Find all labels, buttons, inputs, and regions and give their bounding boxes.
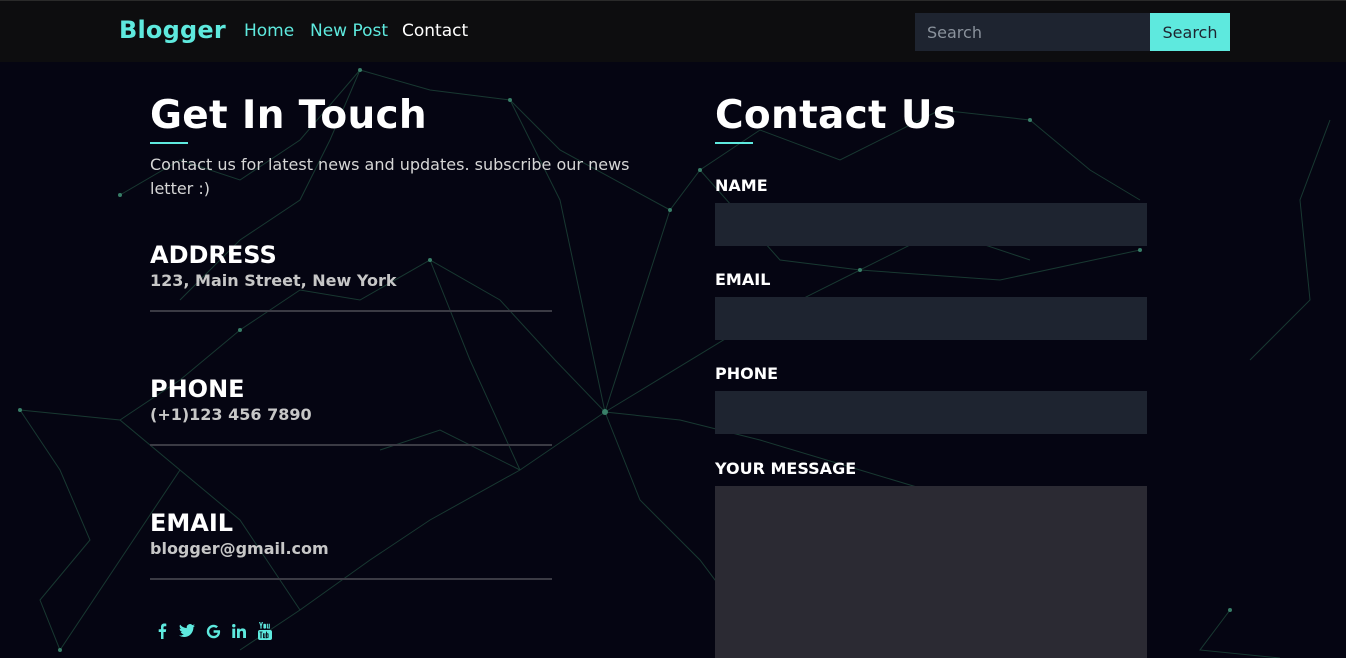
phone-title: PHONE [150, 375, 245, 403]
linkedin-icon[interactable] [229, 620, 249, 642]
contact-us-title: Contact Us [715, 93, 957, 138]
nav-link-new-post[interactable]: New Post [310, 21, 388, 41]
nav-link-home[interactable]: Home [244, 21, 294, 41]
phone-value: (+1)123 456 7890 [150, 405, 312, 424]
name-label: NAME [715, 176, 768, 195]
phone-field[interactable] [715, 391, 1147, 434]
youtube-icon[interactable] [255, 620, 275, 642]
intro-text: Contact us for latest news and updates. … [150, 155, 630, 198]
email-field[interactable] [715, 297, 1147, 340]
search-button[interactable]: Search [1150, 13, 1230, 51]
nav-link-contact[interactable]: Contact [402, 21, 468, 41]
address-value: 123, Main Street, New York [150, 271, 397, 290]
twitter-icon[interactable] [177, 620, 197, 642]
divider [150, 444, 552, 446]
facebook-icon[interactable] [152, 620, 172, 642]
address-title: ADDRESS [150, 241, 277, 269]
search-input[interactable] [915, 13, 1150, 51]
email-title: EMAIL [150, 509, 234, 537]
google-icon[interactable] [203, 620, 223, 642]
email-label: EMAIL [715, 270, 771, 289]
phone-label: PHONE [715, 364, 779, 383]
email-value: blogger@gmail.com [150, 539, 329, 558]
divider [150, 578, 552, 580]
contact-page: Blogger Home New Post Contact Search Get… [0, 0, 1346, 658]
divider [150, 310, 552, 312]
navbar: Blogger Home New Post Contact Search [0, 0, 1346, 62]
title-underline [715, 142, 753, 144]
name-field[interactable] [715, 203, 1147, 246]
brand-logo[interactable]: Blogger [119, 16, 226, 44]
title-underline [150, 142, 188, 144]
message-label: YOUR MESSAGE [715, 459, 857, 478]
message-textarea[interactable] [715, 486, 1147, 658]
get-in-touch-title: Get In Touch [150, 93, 427, 138]
